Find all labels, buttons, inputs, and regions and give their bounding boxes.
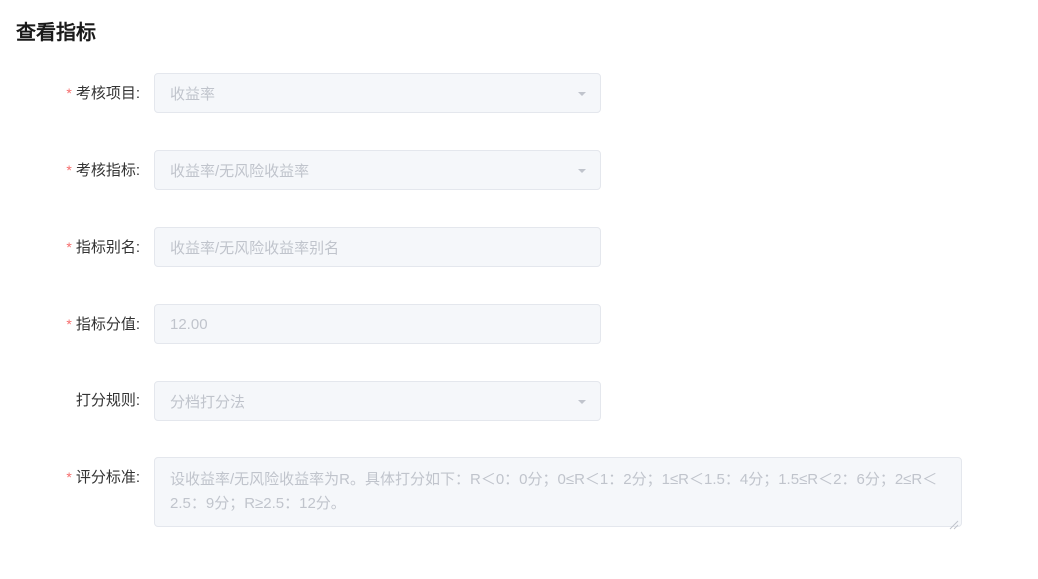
scoring-standard-textarea[interactable]: 设收益率/无风险收益率为R。具体打分如下：R＜0：0分；0≤R＜1：2分；1≤R… bbox=[154, 457, 962, 527]
form-row-scoring-standard: * 评分标准: 设收益率/无风险收益率为R。具体打分如下：R＜0：0分；0≤R＜1… bbox=[16, 457, 1022, 527]
required-marker: * bbox=[66, 239, 71, 255]
chevron-down-icon bbox=[576, 395, 588, 407]
form-row-indicator-score: * 指标分值: 12.00 bbox=[16, 304, 1022, 345]
required-marker: * bbox=[66, 162, 71, 178]
required-marker: * bbox=[66, 316, 71, 332]
scoring-standard-label: * 评分标准: bbox=[16, 457, 154, 498]
required-marker: * bbox=[66, 469, 71, 485]
input-value: 收益率/无风险收益率别名 bbox=[170, 237, 339, 258]
select-value: 分档打分法 bbox=[170, 391, 245, 412]
form-row-assessment-project: * 考核项目: 收益率 bbox=[16, 73, 1022, 114]
assessment-indicator-select[interactable]: 收益率/无风险收益率 bbox=[154, 150, 601, 190]
select-value: 收益率/无风险收益率 bbox=[170, 160, 309, 181]
required-marker: * bbox=[66, 85, 71, 101]
indicator-score-input[interactable]: 12.00 bbox=[154, 304, 601, 344]
form-row-scoring-rule: 打分规则: 分档打分法 bbox=[16, 381, 1022, 421]
resize-handle-icon bbox=[949, 514, 959, 524]
label-text: 考核项目: bbox=[76, 85, 140, 102]
form-row-assessment-indicator: * 考核指标: 收益率/无风险收益率 bbox=[16, 150, 1022, 191]
indicator-score-label: * 指标分值: bbox=[16, 304, 154, 345]
assessment-project-select[interactable]: 收益率 bbox=[154, 73, 601, 113]
select-value: 收益率 bbox=[170, 83, 215, 104]
textarea-value: 设收益率/无风险收益率为R。具体打分如下：R＜0：0分；0≤R＜1：2分；1≤R… bbox=[170, 471, 937, 512]
label-text: 指标别名: bbox=[76, 239, 140, 256]
indicator-alias-label: * 指标别名: bbox=[16, 227, 154, 268]
label-text: 打分规则: bbox=[76, 392, 140, 409]
scoring-rule-select[interactable]: 分档打分法 bbox=[154, 381, 601, 421]
page-title: 查看指标 bbox=[16, 16, 1022, 45]
label-text: 评分标准: bbox=[76, 469, 140, 486]
assessment-indicator-label: * 考核指标: bbox=[16, 150, 154, 191]
indicator-alias-input[interactable]: 收益率/无风险收益率别名 bbox=[154, 227, 601, 267]
input-value: 12.00 bbox=[170, 316, 208, 333]
assessment-project-label: * 考核项目: bbox=[16, 73, 154, 114]
label-text: 考核指标: bbox=[76, 162, 140, 179]
chevron-down-icon bbox=[576, 87, 588, 99]
chevron-down-icon bbox=[576, 164, 588, 176]
label-text: 指标分值: bbox=[76, 316, 140, 333]
scoring-rule-label: 打分规则: bbox=[16, 381, 154, 421]
form-row-indicator-alias: * 指标别名: 收益率/无风险收益率别名 bbox=[16, 227, 1022, 268]
